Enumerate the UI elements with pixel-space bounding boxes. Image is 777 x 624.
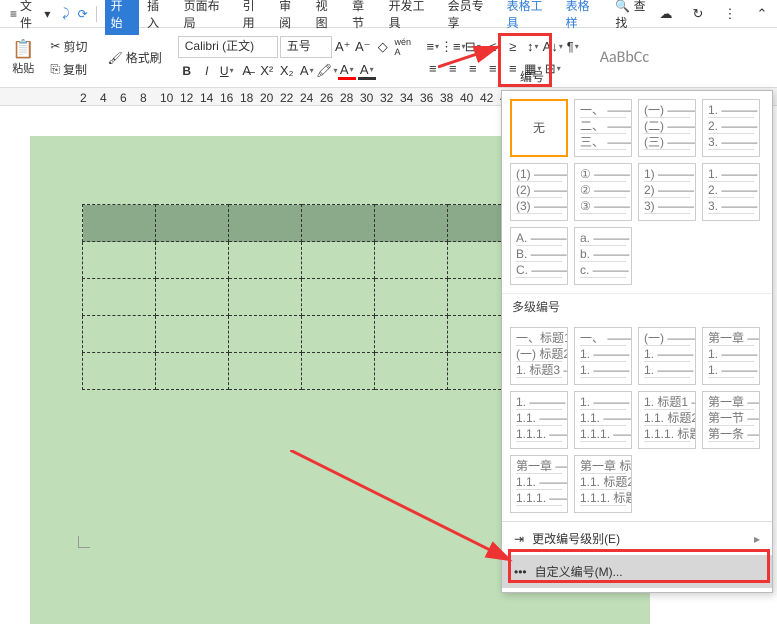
underline[interactable]: U	[218, 62, 236, 80]
bold[interactable]: B	[178, 62, 196, 80]
font-name-select[interactable]: Calibri (正文)	[178, 36, 278, 58]
numbering-option[interactable]: 第一章 ———1. ———1. ———	[702, 327, 760, 385]
tab-vip[interactable]: 会员专享	[442, 0, 499, 35]
copy-button[interactable]: ⎘ 复制	[46, 59, 91, 80]
numbering-option[interactable]: 1. ———2. ———3. ———	[702, 163, 760, 221]
expand-icon[interactable]: ⌃	[753, 5, 771, 23]
numbering-option[interactable]: ① ———② ———③ ———	[574, 163, 632, 221]
search-box[interactable]: 🔍 查找	[615, 0, 655, 31]
clear-format[interactable]: ◇	[374, 38, 392, 56]
annotation-arrow-2	[290, 450, 520, 570]
font-color[interactable]: A	[338, 62, 356, 80]
file-menu[interactable]: ≡ 文件 ▾	[6, 0, 54, 34]
paste-button[interactable]: 📋 粘贴	[8, 32, 38, 84]
numbering-option[interactable]: 1. ———1.1. ———1.1.1. ———	[510, 391, 568, 449]
numbering-option[interactable]: 1. ———2. ———3. ———	[702, 99, 760, 157]
font-size-select[interactable]: 五号	[280, 36, 332, 58]
custom-numbering-item[interactable]: ••• 自定义编号(M)...	[502, 555, 772, 588]
shading[interactable]: A	[358, 62, 376, 80]
numbering-option[interactable]: (一) ———1. ———1. ———	[638, 327, 696, 385]
numbering-option[interactable]: 1. ———1.1. ———1.1.1. ———	[574, 391, 632, 449]
tab-layout[interactable]: 页面布局	[178, 0, 235, 35]
strike[interactable]: A̶	[238, 62, 256, 80]
text-effect[interactable]: A	[298, 62, 316, 80]
numbering-option[interactable]: 第一章 标题1 ———1.1. 标题2 ———1.1.1. 标题3 ———	[574, 455, 632, 513]
sync-icon[interactable]: ↻	[689, 5, 707, 23]
tab-view[interactable]: 视图	[310, 0, 345, 35]
numbering-option[interactable]: 一、 ———1. ———1. ———	[574, 327, 632, 385]
tab-home[interactable]: 开始	[105, 0, 140, 35]
numbering-option[interactable]: A. ———B. ———C. ———	[510, 227, 568, 285]
numbering-option[interactable]: 一、标题1 ———(一) 标题2 ———1. 标题3 ———	[510, 327, 568, 385]
change-level-item[interactable]: ⇥ 更改编号级别(E) ▸	[502, 522, 772, 555]
tab-table-style[interactable]: 表格样	[560, 0, 606, 35]
numbering-option[interactable]: 1. 标题1 ———1.1. 标题2 ———1.1.1. 标题3 ———	[638, 391, 696, 449]
numbering-option[interactable]: 第一章 ———第一节 ———第一条 ———	[702, 391, 760, 449]
highlight[interactable]: 🖍	[318, 62, 336, 80]
subscript[interactable]: X₂	[278, 62, 296, 80]
ribbon: 📋 粘贴 ✂ 剪切 ⎘ 复制 🖌格式刷 Calibri (正文) 五号 A⁺ A…	[0, 28, 777, 88]
menubar: ≡ 文件 ▾ ⤸ ⟳ 开始 插入 页面布局 引用 审阅 视图 章节 开发工具 会…	[0, 0, 777, 28]
numbering-option-none[interactable]: 无	[510, 99, 568, 157]
tab-review[interactable]: 审阅	[273, 0, 308, 35]
numbering-option[interactable]: a. ———b. ———c. ———	[574, 227, 632, 285]
cloud-icon[interactable]: ☁	[657, 5, 675, 23]
numbering-dropdown: 无一、 ———二、 ———三、 ———(一) ———(二) ———(三) ———…	[501, 90, 773, 593]
multilevel-section-label: 多级编号	[502, 293, 772, 319]
para-marks[interactable]: ¶	[564, 38, 582, 56]
tab-section[interactable]: 章节	[346, 0, 381, 35]
superscript[interactable]: X²	[258, 62, 276, 80]
annotation-arrow-1	[438, 39, 508, 69]
more-icon[interactable]: ⋮	[721, 5, 739, 23]
tab-ref[interactable]: 引用	[237, 0, 272, 35]
tab-insert[interactable]: 插入	[141, 0, 176, 35]
phonetic[interactable]: wénA	[394, 38, 412, 56]
styles-preview[interactable]: AaBbCc	[590, 48, 659, 67]
grow-font[interactable]: A⁺	[334, 38, 352, 56]
italic[interactable]: I	[198, 62, 216, 80]
numbering-option[interactable]: (1) ———(2) ———(3) ———	[510, 163, 568, 221]
format-painter[interactable]: 🖌格式刷	[104, 47, 166, 68]
shrink-font[interactable]: A⁻	[354, 38, 372, 56]
cut-button[interactable]: ✂ 剪切	[46, 36, 91, 57]
tab-dev[interactable]: 开发工具	[383, 0, 440, 35]
tab-table-tools[interactable]: 表格工具	[501, 0, 558, 35]
numbering-option[interactable]: 1) ———2) ———3) ———	[638, 163, 696, 221]
document-table[interactable]	[82, 204, 521, 390]
numbering-option[interactable]: 一、 ———二、 ———三、 ———	[574, 99, 632, 157]
page-margin-marker	[78, 536, 90, 548]
numbering-option[interactable]: (一) ———(二) ———(三) ———	[638, 99, 696, 157]
